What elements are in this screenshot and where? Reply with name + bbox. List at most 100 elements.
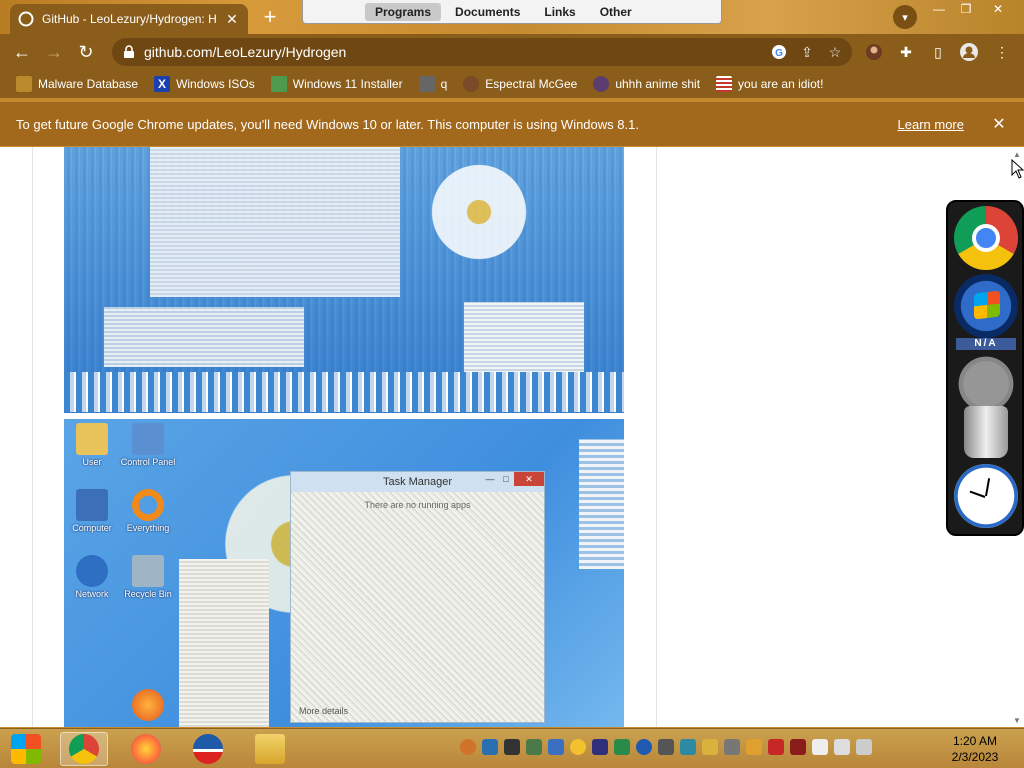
start-button[interactable]: [2, 732, 50, 766]
close-icon[interactable]: [768, 739, 784, 755]
profile-avatar-icon[interactable]: [862, 40, 886, 64]
flag-icon[interactable]: [812, 739, 828, 755]
start-orb-icon: [11, 734, 41, 764]
gear-icon[interactable]: [724, 739, 740, 755]
taskbar-firefox[interactable]: [122, 732, 170, 766]
control-panel-icon: [132, 423, 164, 455]
tab-search-chevron-icon[interactable]: ▾: [893, 5, 917, 29]
url-text: github.com/LeoLezury/Hydrogen: [144, 44, 347, 60]
desktop-icon-label: Network: [75, 589, 109, 599]
tab-github[interactable]: GitHub - LeoLezury/Hydrogen: H ✕: [10, 4, 248, 34]
bookmark-star-icon[interactable]: ☆: [824, 41, 846, 63]
extensions-puzzle-icon[interactable]: ✚: [894, 40, 918, 64]
globe-icon[interactable]: [636, 739, 652, 755]
desktop-icon-label: Control Panel: [120, 457, 176, 467]
github-icon: [18, 11, 34, 27]
bookmark-espectral-mcgee[interactable]: Espectral McGee: [463, 76, 577, 92]
clock-gadget-icon[interactable]: [954, 464, 1018, 528]
shield-icon[interactable]: [614, 739, 630, 755]
infobar-close-icon[interactable]: ✕: [990, 115, 1008, 133]
media-icon[interactable]: [790, 739, 806, 755]
glitched-window: [150, 147, 400, 297]
taskbar-clock[interactable]: 1:20 AM 2/3/2023: [930, 733, 1020, 765]
task-manager-title: Task Manager: [382, 476, 453, 488]
tool-icon[interactable]: [592, 739, 608, 755]
bookmark-label: Windows ISOs: [176, 77, 255, 91]
task-manager-message: There are no running apps: [364, 500, 471, 510]
flower-icon[interactable]: [702, 739, 718, 755]
firefox-icon: [132, 689, 164, 721]
recycle-bin-gadget-icon[interactable]: [964, 406, 1008, 458]
bookmark-label: Espectral McGee: [485, 77, 578, 91]
menu-item-documents[interactable]: Documents: [445, 3, 530, 21]
window-icon[interactable]: [658, 739, 674, 755]
scroll-down-arrow-icon[interactable]: ▼: [1010, 713, 1024, 727]
forward-arrow-icon[interactable]: →: [42, 40, 66, 64]
taskbar-chrome[interactable]: [60, 732, 108, 766]
google-lens-icon[interactable]: G: [768, 41, 790, 63]
calculator-icon[interactable]: [526, 739, 542, 755]
bookmark-windows-11-installer[interactable]: Windows 11 Installer: [270, 76, 403, 92]
glitched-window: [464, 302, 584, 377]
d-icon[interactable]: [570, 739, 586, 755]
obama-logo-icon: [193, 734, 223, 764]
network-status-icon[interactable]: [834, 739, 850, 755]
share-icon[interactable]: ⇪: [796, 41, 818, 63]
bookmark-anime[interactable]: uhhh anime shit: [593, 76, 700, 92]
menu-item-programs[interactable]: Programs: [365, 2, 442, 21]
desktop-icon-everything: Everything: [120, 489, 176, 533]
menu-item-links[interactable]: Links: [534, 3, 585, 21]
avatar-icon: [463, 76, 480, 92]
taskbar-file-explorer[interactable]: [246, 732, 294, 766]
task-manager-controls: — □ ✕: [482, 472, 544, 486]
learn-more-link[interactable]: Learn more: [898, 117, 964, 132]
glitched-window: [104, 307, 304, 367]
x-icon: X: [154, 76, 171, 92]
bird-icon[interactable]: [482, 739, 498, 755]
computer-icon: [76, 489, 108, 521]
account-icon[interactable]: [957, 40, 981, 64]
menu-kebab-icon[interactable]: ⋮: [990, 40, 1014, 64]
desktop-icon-label: Everything: [126, 523, 170, 533]
image-icon: [270, 76, 287, 92]
reload-icon[interactable]: ↻: [74, 40, 98, 64]
chrome-icon: [69, 734, 99, 764]
address-bar[interactable]: github.com/LeoLezury/Hydrogen G ⇪ ☆: [112, 38, 852, 66]
daisy-wallpaper: [424, 157, 534, 267]
menu-item-other[interactable]: Other: [590, 3, 642, 21]
bookmark-label: uhhh anime shit: [615, 77, 701, 91]
glitched-window: [579, 439, 624, 569]
glitched-window: [179, 559, 269, 727]
close-window-button[interactable]: ✕: [984, 0, 1012, 18]
clock-minute-hand: [969, 490, 986, 498]
volume-icon[interactable]: [856, 739, 872, 755]
anime-icon: [593, 76, 610, 92]
back-arrow-icon[interactable]: ←: [10, 40, 34, 64]
firefox-icon: [131, 734, 161, 764]
windows-flag-icon: [974, 290, 1000, 320]
monitor-icon[interactable]: [548, 739, 564, 755]
windows-logo-gadget-icon[interactable]: [954, 274, 1018, 338]
desktop-icon-network: Network: [64, 555, 120, 599]
restore-button[interactable]: ❐: [952, 0, 980, 18]
more-details-link: More details: [299, 706, 349, 716]
system-tray: [460, 739, 872, 755]
bookmark-malware-database[interactable]: Malware Database: [16, 76, 138, 92]
pencil-icon[interactable]: [746, 739, 762, 755]
search-icon[interactable]: [460, 739, 476, 755]
bookmark-q[interactable]: q: [418, 76, 447, 92]
chrome-gadget-icon[interactable]: [954, 206, 1018, 270]
desktop-icon-label: Computer: [72, 523, 112, 533]
glitched-taskbar: [64, 372, 624, 412]
new-tab-button[interactable]: +: [258, 6, 282, 30]
taskbar-obama[interactable]: [184, 732, 232, 766]
minimize-button[interactable]: —: [925, 0, 953, 18]
bookmark-windows-isos[interactable]: X Windows ISOs: [154, 76, 255, 92]
side-panel-icon[interactable]: ▯: [926, 40, 950, 64]
bookmark-label: Malware Database: [38, 77, 139, 91]
tab-close-icon[interactable]: ✕: [224, 11, 240, 27]
bookmark-you-are-an-idiot[interactable]: you are an idiot!: [716, 76, 823, 92]
desktop-icon-firefox: [120, 689, 176, 723]
pen-icon[interactable]: [504, 739, 520, 755]
network-icon[interactable]: [680, 739, 696, 755]
